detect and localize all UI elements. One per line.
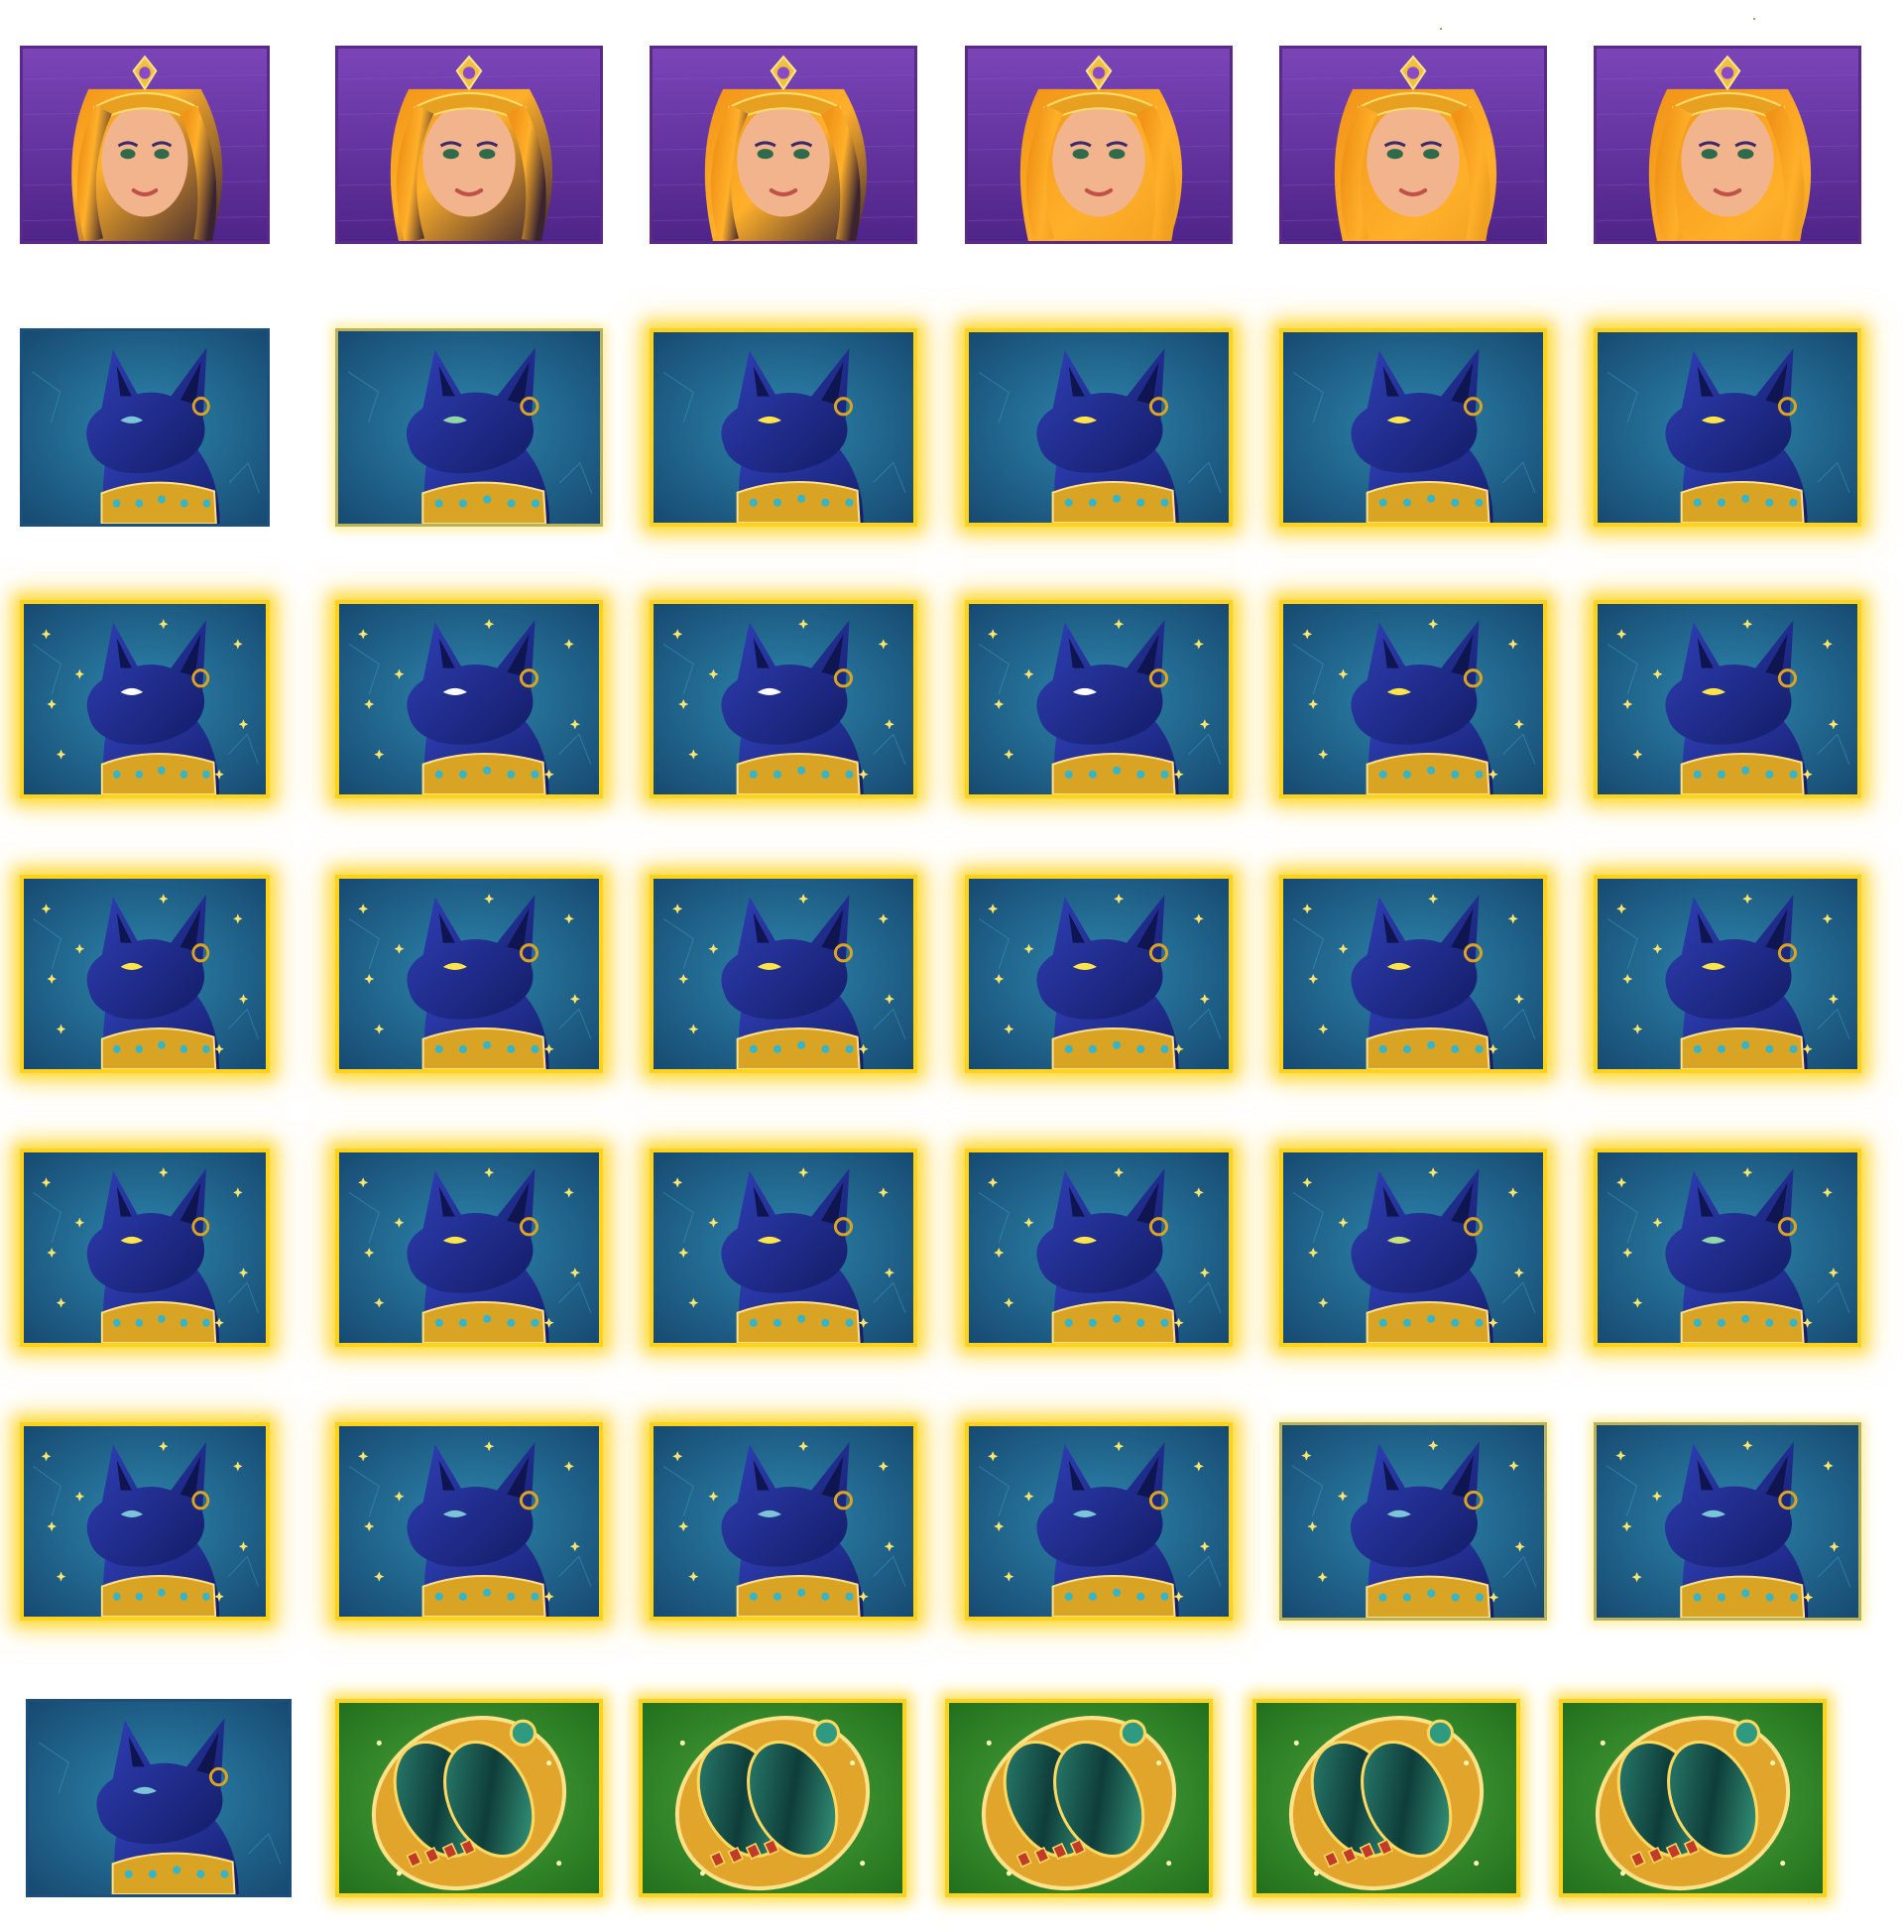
cat-symbol-frame: [26, 1699, 292, 1897]
cat-icon: [654, 1152, 913, 1343]
cat-icon: [29, 1702, 289, 1894]
queen-symbol-frame: [20, 46, 270, 244]
cat-symbol-frame: [1594, 600, 1861, 798]
cat-icon: [654, 604, 913, 794]
cat-symbol-frame: [1279, 600, 1547, 798]
cat-icon: [1597, 1425, 1858, 1618]
cat-symbol-frame: [965, 1422, 1233, 1621]
cat-icon: [339, 1152, 599, 1343]
symbol-sprite-sheet: [0, 0, 1904, 1932]
cat-symbol-frame: [1594, 1422, 1861, 1621]
cat-icon: [1283, 879, 1543, 1069]
cat-symbol-frame: [650, 600, 917, 798]
cat-symbol-frame: [650, 1148, 917, 1347]
cat-symbol-frame: [965, 875, 1233, 1073]
cat-icon: [1598, 1152, 1857, 1343]
cat-icon: [24, 1152, 266, 1343]
cat-symbol-frame: [1594, 1148, 1861, 1347]
cat-symbol-frame: [650, 875, 917, 1073]
queen-symbol-frame: [1594, 46, 1861, 244]
cat-symbol-frame: [1594, 328, 1861, 527]
cat-icon: [1283, 332, 1543, 523]
scarab-icon: [339, 1703, 599, 1893]
cat-icon: [24, 879, 266, 1069]
cat-icon: [1282, 1425, 1544, 1618]
cat-symbol-frame: [965, 328, 1233, 527]
cat-icon: [654, 1426, 913, 1617]
cat-icon: [969, 604, 1229, 794]
cat-symbol-frame: [20, 1148, 270, 1347]
queen-symbol-frame: [650, 46, 917, 244]
cat-icon: [969, 332, 1229, 523]
queen-symbol-frame: [1279, 46, 1547, 244]
cat-symbol-frame: [1279, 875, 1547, 1073]
scarab-symbol-frame: [335, 1699, 603, 1897]
cat-icon: [654, 332, 913, 523]
scarab-symbol-frame: [1252, 1699, 1520, 1897]
scarab-icon: [643, 1703, 902, 1893]
queen-icon: [338, 49, 600, 241]
queen-icon: [653, 49, 914, 241]
cat-symbol-frame: [965, 600, 1233, 798]
scarab-symbol-frame: [1559, 1699, 1827, 1897]
scarab-icon: [949, 1703, 1209, 1893]
cat-icon: [1283, 604, 1543, 794]
cat-symbol-frame: [335, 875, 603, 1073]
cat-icon: [339, 604, 599, 794]
cat-symbol-frame: [335, 1422, 603, 1621]
cat-symbol-frame: [335, 600, 603, 798]
cat-icon: [339, 879, 599, 1069]
cat-symbol-frame: [20, 875, 270, 1073]
cat-icon: [969, 1152, 1229, 1343]
queen-symbol-frame: [965, 46, 1233, 244]
cat-icon: [24, 604, 266, 794]
cat-symbol-frame: [20, 1422, 270, 1621]
cat-symbol-frame: [20, 328, 270, 527]
cat-icon: [1283, 1152, 1543, 1343]
scarab-symbol-frame: [639, 1699, 906, 1897]
scarab-symbol-frame: [945, 1699, 1213, 1897]
speck: [1440, 28, 1442, 30]
speck: [1753, 18, 1755, 20]
queen-icon: [968, 49, 1230, 241]
cat-icon: [338, 331, 600, 524]
cat-symbol-frame: [1279, 1148, 1547, 1347]
cat-symbol-frame: [1279, 328, 1547, 527]
cat-icon: [969, 1426, 1229, 1617]
cat-icon: [1598, 604, 1857, 794]
cat-icon: [969, 879, 1229, 1069]
cat-icon: [339, 1426, 599, 1617]
cat-symbol-frame: [335, 1148, 603, 1347]
cat-icon: [1598, 879, 1857, 1069]
cat-symbol-frame: [335, 328, 603, 527]
scarab-icon: [1563, 1703, 1823, 1893]
cat-symbol-frame: [650, 328, 917, 527]
cat-symbol-frame: [1594, 875, 1861, 1073]
cat-icon: [1598, 332, 1857, 523]
cat-symbol-frame: [1279, 1422, 1547, 1621]
queen-symbol-frame: [335, 46, 603, 244]
cat-icon: [23, 331, 267, 524]
cat-icon: [654, 879, 913, 1069]
cat-symbol-frame: [965, 1148, 1233, 1347]
queen-icon: [1282, 49, 1544, 241]
queen-icon: [23, 49, 267, 241]
cat-symbol-frame: [20, 600, 270, 798]
queen-icon: [1597, 49, 1858, 241]
scarab-icon: [1256, 1703, 1516, 1893]
cat-icon: [24, 1426, 266, 1617]
cat-symbol-frame: [650, 1422, 917, 1621]
